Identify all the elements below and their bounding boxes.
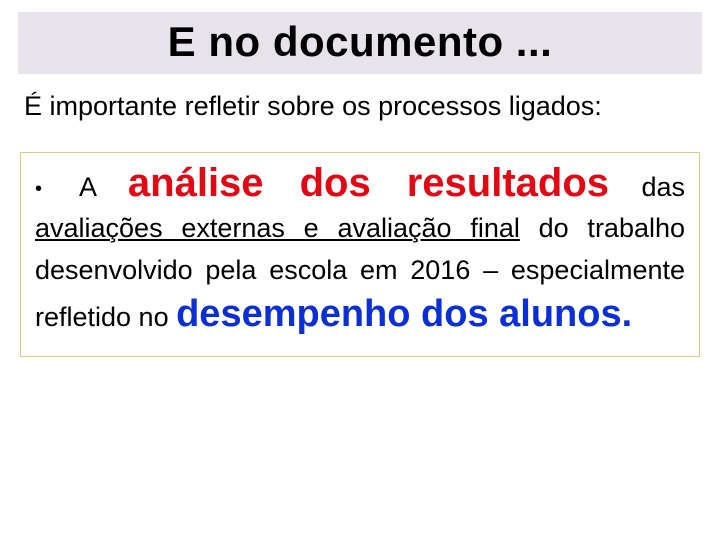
bullet-prefix: A	[79, 172, 96, 202]
paragraph: avaliações externas e avaliação final do…	[35, 208, 685, 339]
bullet-line: • A análise dos resultados das	[35, 163, 685, 208]
bullet-suffix: das	[641, 172, 685, 202]
underlined-text: avaliações externas e avaliação final	[35, 213, 520, 243]
bullet-marker: •	[35, 178, 48, 200]
highlight-red: análise dos resultados	[128, 161, 609, 205]
title-bar: E no documento ...	[18, 12, 702, 74]
intro-text: É importante refletir sobre os processos…	[18, 88, 702, 124]
highlight-blue: desempenho dos alunos.	[176, 293, 632, 335]
slide-title: E no documento ...	[18, 18, 702, 66]
content-box: • A análise dos resultados das avaliaçõe…	[20, 152, 700, 357]
